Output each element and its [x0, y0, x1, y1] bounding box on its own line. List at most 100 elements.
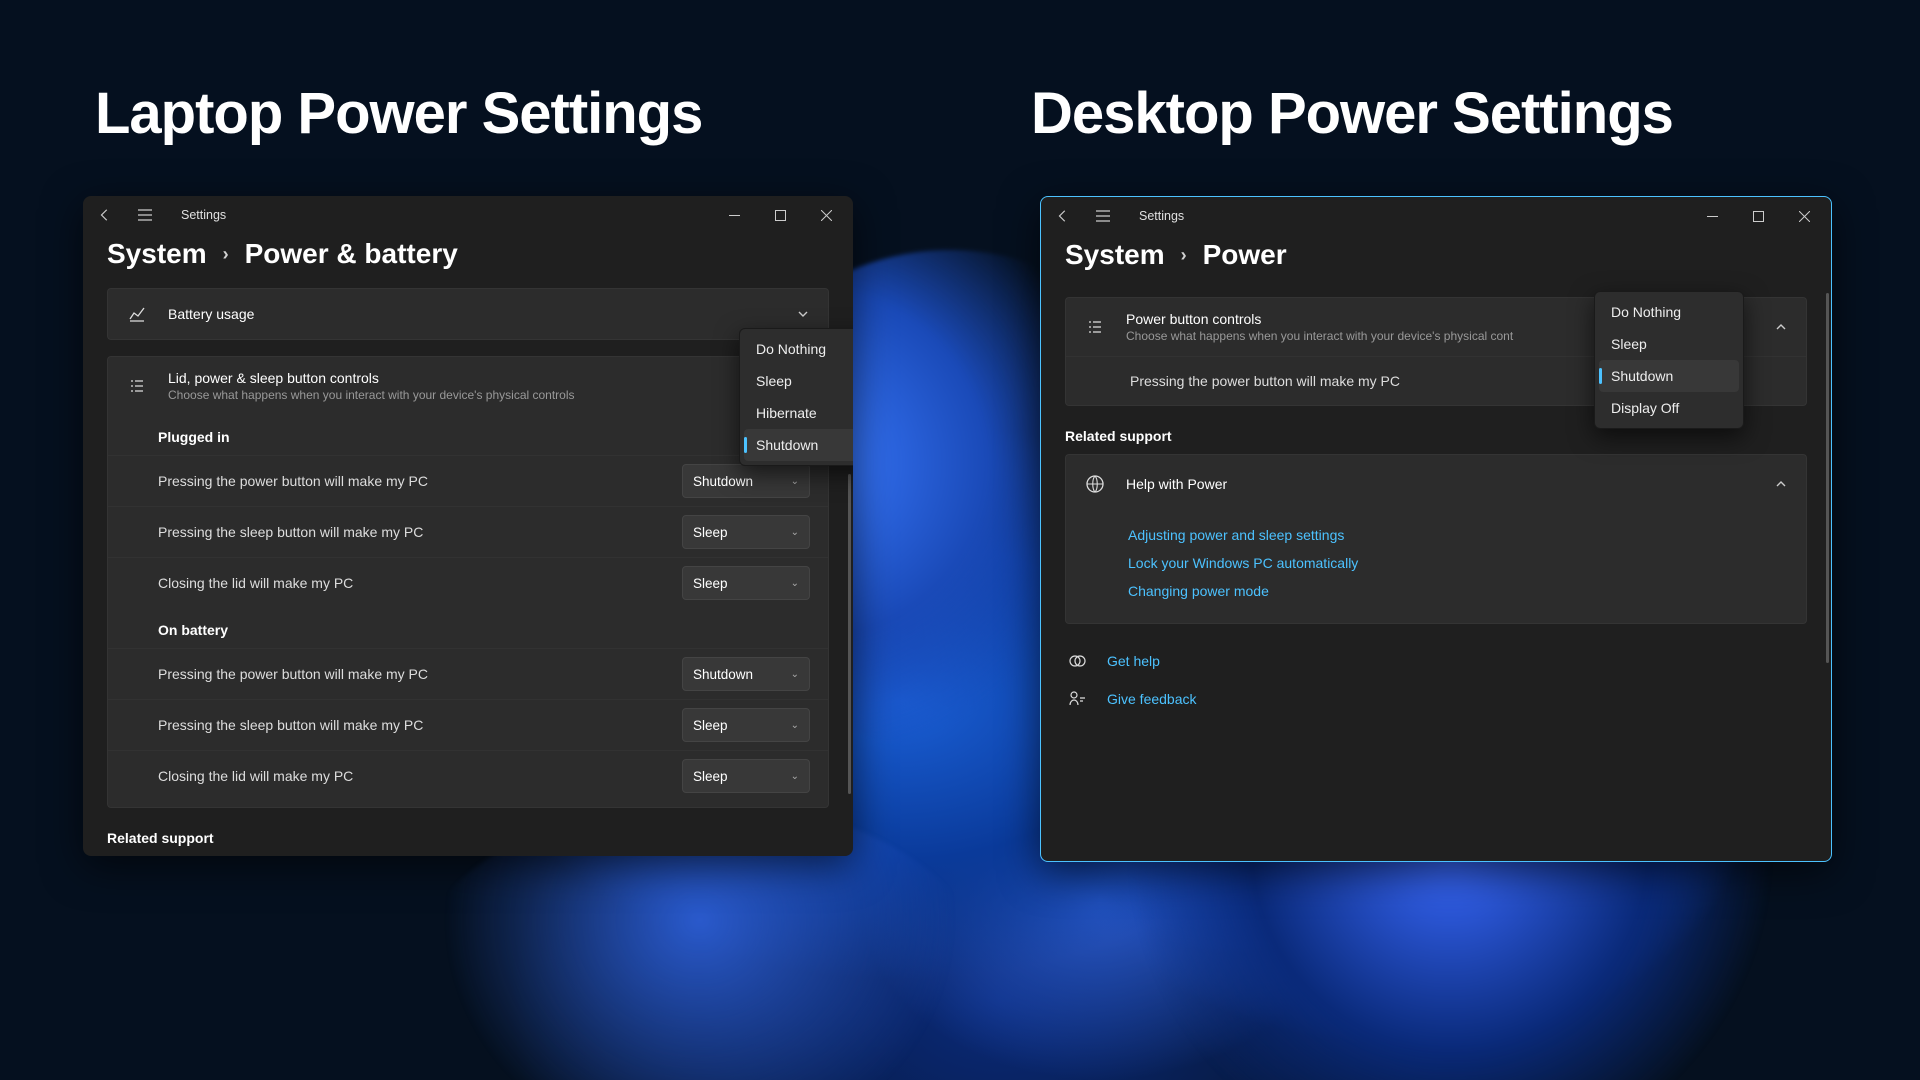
help-links: Adjusting power and sleep settings Lock … [1066, 513, 1806, 623]
close-button[interactable] [1781, 200, 1827, 232]
menu-item-display-off[interactable]: Display Off [1599, 392, 1739, 424]
give-feedback-link[interactable]: Give feedback [1065, 680, 1807, 718]
get-help-label: Get help [1107, 653, 1160, 669]
hamburger-menu-icon[interactable] [1093, 206, 1113, 226]
globe-icon [1084, 473, 1106, 495]
breadcrumb-page: Power & battery [245, 238, 458, 270]
chevron-down-icon: ⌄ [791, 527, 799, 538]
lid-power-sleep-header[interactable]: Lid, power & sleep button controls Choos… [108, 357, 828, 415]
help-with-power-card: Help with Power Adjusting power and slee… [1065, 454, 1807, 624]
dropdown-batt-sleep[interactable]: Sleep ⌄ [682, 708, 810, 742]
settings-window-desktop: Settings System › Power Power button con… [1040, 196, 1832, 862]
feedback-icon [1067, 690, 1087, 708]
breadcrumb-system[interactable]: System [107, 238, 207, 270]
dropdown-value: Sleep [693, 525, 728, 540]
app-title: Settings [1139, 209, 1184, 223]
list-settings-icon [1084, 316, 1106, 338]
menu-item-hibernate[interactable]: Hibernate [744, 397, 853, 429]
link-adjust-power-sleep[interactable]: Adjusting power and sleep settings [1128, 521, 1788, 549]
breadcrumb: System › Power & battery [107, 238, 829, 270]
scrollbar[interactable] [848, 474, 851, 794]
chevron-down-icon: ⌄ [791, 578, 799, 589]
dropdown-value: Shutdown [693, 474, 753, 489]
help-title: Help with Power [1126, 476, 1754, 492]
menu-item-do-nothing[interactable]: Do Nothing [1599, 296, 1739, 328]
row-label: Closing the lid will make my PC [158, 575, 666, 591]
chevron-up-icon [1774, 320, 1788, 334]
row-label: Pressing the power button will make my P… [158, 666, 666, 682]
row-plugged-power: Pressing the power button will make my P… [108, 455, 828, 506]
settings-window-laptop: Settings System › Power & battery Batter… [83, 196, 853, 856]
related-support-heading: Related support [1065, 428, 1807, 444]
content-area: System › Power & battery Battery usage L… [83, 234, 853, 856]
content-area: System › Power Power button controls Cho… [1041, 235, 1831, 861]
help-icon [1067, 652, 1087, 670]
close-button[interactable] [803, 199, 849, 231]
link-change-power-mode[interactable]: Changing power mode [1128, 577, 1788, 605]
breadcrumb: System › Power [1065, 239, 1807, 271]
chart-icon [126, 303, 148, 325]
dropdown-value: Sleep [693, 718, 728, 733]
back-button[interactable] [1053, 206, 1073, 226]
dropdown-menu-power-action[interactable]: Do Nothing Sleep Hibernate Shutdown [739, 328, 853, 466]
battery-usage-label: Battery usage [168, 306, 776, 322]
chevron-right-icon: › [1181, 245, 1187, 266]
controls-subtitle: Choose what happens when you interact wi… [168, 388, 776, 402]
menu-item-shutdown[interactable]: Shutdown [1599, 360, 1739, 392]
app-title: Settings [181, 208, 226, 222]
dropdown-batt-power[interactable]: Shutdown ⌄ [682, 657, 810, 691]
scrollbar[interactable] [1826, 293, 1829, 663]
breadcrumb-system[interactable]: System [1065, 239, 1165, 271]
chevron-down-icon: ⌄ [791, 476, 799, 487]
link-lock-pc[interactable]: Lock your Windows PC automatically [1128, 549, 1788, 577]
row-plugged-sleep: Pressing the sleep button will make my P… [108, 506, 828, 557]
row-batt-lid: Closing the lid will make my PC Sleep ⌄ [108, 750, 828, 807]
menu-item-do-nothing[interactable]: Do Nothing [744, 333, 853, 365]
titlebar: Settings [83, 196, 853, 234]
related-support-heading: Related support [107, 830, 829, 846]
row-label: Pressing the sleep button will make my P… [158, 717, 666, 733]
dropdown-plugged-power[interactable]: Shutdown ⌄ [682, 464, 810, 498]
plugged-in-label: Plugged in [108, 415, 828, 455]
menu-item-sleep[interactable]: Sleep [1599, 328, 1739, 360]
dropdown-plugged-sleep[interactable]: Sleep ⌄ [682, 515, 810, 549]
lid-power-sleep-card: Lid, power & sleep button controls Choos… [107, 356, 829, 808]
dropdown-value: Shutdown [693, 667, 753, 682]
minimize-button[interactable] [711, 199, 757, 231]
battery-usage-card[interactable]: Battery usage [107, 288, 829, 340]
titlebar: Settings [1041, 197, 1831, 235]
menu-item-sleep[interactable]: Sleep [744, 365, 853, 397]
chevron-up-icon [1774, 477, 1788, 491]
menu-item-shutdown[interactable]: Shutdown [744, 429, 853, 461]
breadcrumb-page: Power [1203, 239, 1287, 271]
chevron-down-icon: ⌄ [791, 720, 799, 731]
hamburger-menu-icon[interactable] [135, 205, 155, 225]
get-help-link[interactable]: Get help [1065, 642, 1807, 680]
minimize-button[interactable] [1689, 200, 1735, 232]
row-label: Pressing the sleep button will make my P… [158, 524, 666, 540]
controls-title: Lid, power & sleep button controls [168, 370, 776, 386]
dropdown-menu-power-action[interactable]: Do Nothing Sleep Shutdown Display Off [1594, 291, 1744, 429]
caption-desktop: Desktop Power Settings [1031, 80, 1673, 147]
row-label: Pressing the power button will make my P… [158, 473, 666, 489]
caption-laptop: Laptop Power Settings [95, 80, 702, 147]
maximize-button[interactable] [1735, 200, 1781, 232]
on-battery-label: On battery [108, 608, 828, 648]
chevron-down-icon: ⌄ [791, 771, 799, 782]
row-plugged-lid: Closing the lid will make my PC Sleep ⌄ [108, 557, 828, 608]
give-feedback-label: Give feedback [1107, 691, 1197, 707]
back-button[interactable] [95, 205, 115, 225]
dropdown-value: Sleep [693, 769, 728, 784]
row-batt-sleep: Pressing the sleep button will make my P… [108, 699, 828, 750]
dropdown-plugged-lid[interactable]: Sleep ⌄ [682, 566, 810, 600]
chevron-right-icon: › [223, 244, 229, 265]
dropdown-batt-lid[interactable]: Sleep ⌄ [682, 759, 810, 793]
list-settings-icon [126, 375, 148, 397]
maximize-button[interactable] [757, 199, 803, 231]
row-label: Closing the lid will make my PC [158, 768, 666, 784]
dropdown-value: Sleep [693, 576, 728, 591]
chevron-down-icon: ⌄ [791, 669, 799, 680]
help-with-power-header[interactable]: Help with Power [1066, 455, 1806, 513]
chevron-down-icon [796, 307, 810, 321]
row-batt-power: Pressing the power button will make my P… [108, 648, 828, 699]
